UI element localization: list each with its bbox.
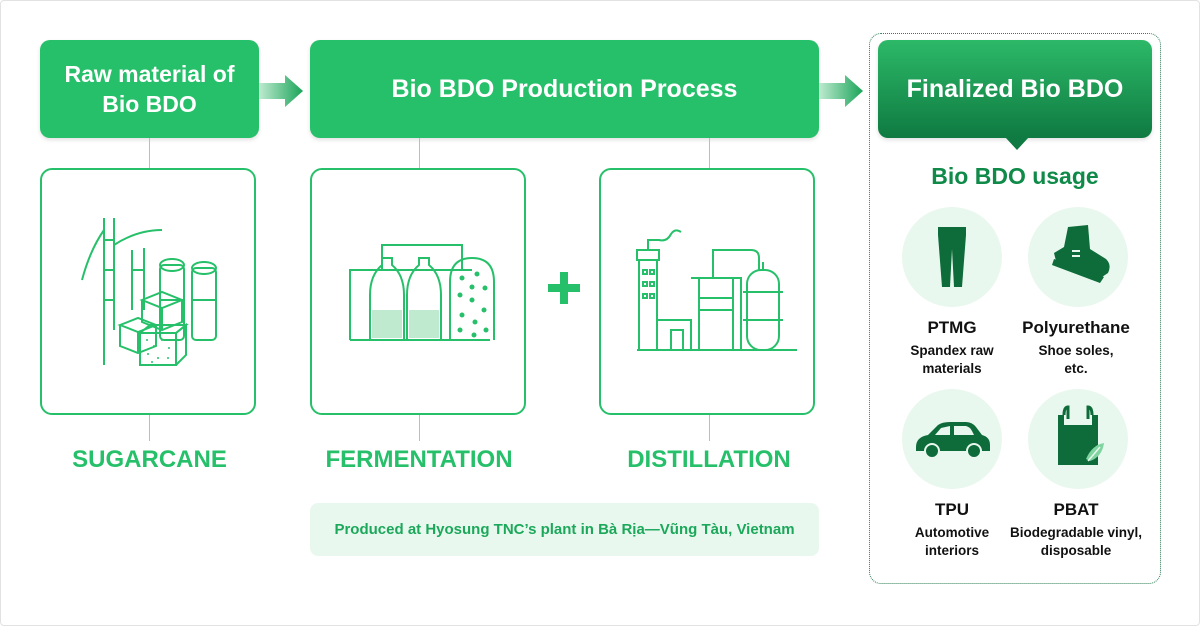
shoe-icon: [1052, 225, 1110, 283]
usage-desc-pbat-line2: disposable: [1040, 543, 1112, 558]
distillation-illustration-box: [599, 168, 815, 415]
connector-line: [709, 138, 710, 168]
raw-material-header-line1: Raw material of: [64, 61, 235, 87]
production-process-title: Bio BDO Production Process: [391, 74, 738, 103]
usage-desc-pbat: Biodegradable vinyl, disposable: [1001, 524, 1151, 560]
raw-material-header-line2: Bio BDO: [102, 91, 197, 117]
car-icon: [916, 422, 990, 459]
stage-label-sugarcane: SUGARCANE: [72, 446, 227, 473]
stage-label-fermentation: FERMENTATION: [325, 446, 513, 473]
usage-title: Bio BDO usage: [931, 163, 1099, 189]
connector-line: [709, 415, 710, 441]
connector-line: [149, 415, 150, 441]
fermentation-tanks-icon: [349, 244, 495, 341]
usage-desc-polyurethane-line2: etc.: [1064, 361, 1088, 376]
usage-circle-ptmg: [902, 207, 1002, 307]
usage-circle-pbat: [1028, 389, 1128, 489]
usage-circle-tpu: [902, 389, 1002, 489]
connector-line: [419, 415, 420, 441]
finalized-bio-bdo-header: Finalized Bio BDO: [878, 40, 1152, 138]
plus-icon: [548, 272, 580, 304]
connector-line: [419, 138, 420, 168]
leggings-icon: [938, 227, 966, 287]
arrow-right-icon: [259, 75, 303, 107]
production-location-text: Produced at Hyosung TNC’s plant in Bà Rị…: [334, 521, 795, 538]
connector-line: [149, 138, 150, 168]
usage-circle-polyurethane: [1028, 207, 1128, 307]
distillation-plant-icon: [636, 229, 797, 351]
usage-desc-pbat-line1: Biodegradable vinyl,: [1009, 525, 1143, 540]
raw-material-header: Raw material of Bio BDO: [40, 40, 259, 138]
arrow-right-icon: [819, 75, 863, 107]
header-pointer-triangle: [1005, 137, 1029, 150]
sugarcane-icon: [81, 218, 217, 366]
stage-label-distillation: DISTILLATION: [627, 446, 791, 473]
usage-name-tpu: TPU: [935, 500, 969, 519]
usage-name-ptmg: PTMG: [927, 318, 977, 337]
sugarcane-illustration-box: [40, 168, 256, 415]
usage-name-pbat: PBAT: [1053, 500, 1099, 519]
fermentation-illustration-box: [310, 168, 526, 415]
production-process-header: Bio BDO Production Process: [310, 40, 819, 138]
finalized-bio-bdo-title: Finalized Bio BDO: [906, 74, 1124, 103]
usage-desc-polyurethane-line1: Shoe soles,: [1038, 343, 1114, 358]
usage-desc-polyurethane: Shoe soles, etc.: [1001, 342, 1151, 378]
usage-name-polyurethane: Polyurethane: [1022, 318, 1130, 337]
plastic-bag-icon: [1058, 405, 1104, 465]
production-location-note: Produced at Hyosung TNC’s plant in Bà Rị…: [310, 503, 819, 556]
